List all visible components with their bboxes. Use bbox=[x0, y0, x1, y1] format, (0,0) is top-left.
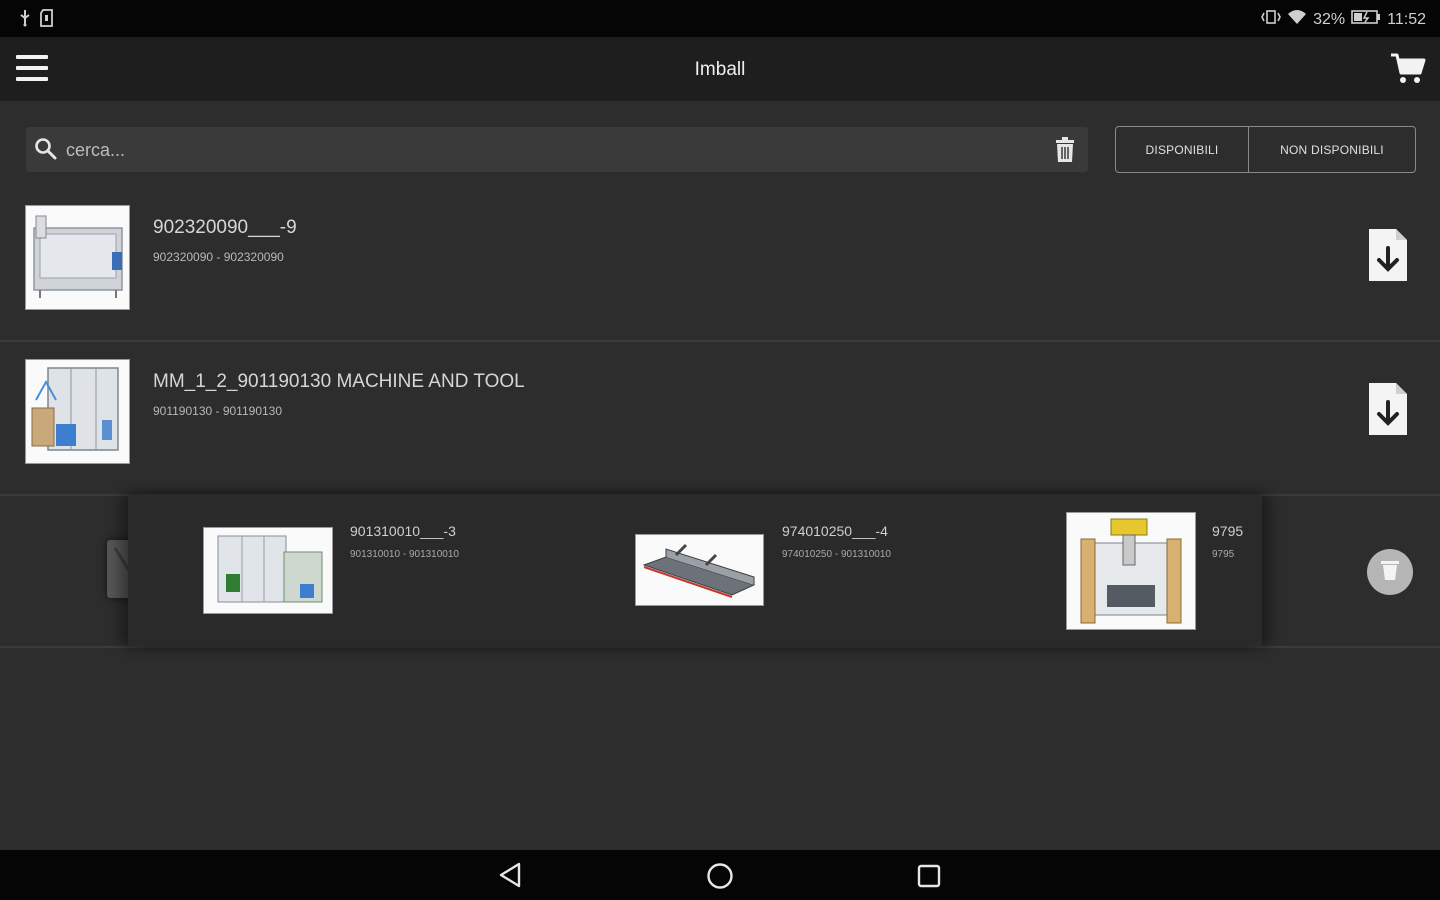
clock: 11:52 bbox=[1387, 10, 1426, 28]
sub-items-strip[interactable]: 901310010___-3 901310010 - 901310010 974… bbox=[128, 494, 1262, 646]
item-thumbnail bbox=[25, 359, 130, 464]
app-bar: Imball bbox=[0, 37, 1440, 101]
filter-not-available-button[interactable]: NON DISPONIBILI bbox=[1249, 127, 1415, 172]
list-item[interactable]: 902320090___-9 902320090 - 902320090 bbox=[0, 188, 1440, 342]
expanded-list-item: 901310010___-3 901310010 - 901310010 974… bbox=[0, 494, 1440, 648]
sub-item-thumbnail[interactable] bbox=[635, 534, 764, 606]
system-navigation-bar bbox=[0, 850, 1440, 900]
sub-item-title: 901310010___-3 bbox=[350, 523, 456, 539]
delete-button[interactable] bbox=[1367, 549, 1413, 595]
sd-card-icon bbox=[40, 9, 53, 32]
battery-percent: 32% bbox=[1313, 10, 1346, 28]
item-title: MM_1_2_901190130 MACHINE AND TOOL bbox=[153, 371, 525, 392]
item-title: 902320090___-9 bbox=[153, 217, 297, 238]
sub-item-code: 974010250 - 901310010 bbox=[782, 549, 891, 560]
sub-item-title: 9795 bbox=[1212, 523, 1244, 539]
search-input[interactable] bbox=[64, 136, 1028, 164]
availability-filter: DISPONIBILI NON DISPONIBILI bbox=[1115, 126, 1416, 173]
item-code: 902320090 - 902320090 bbox=[153, 250, 284, 264]
item-code: 901190130 - 901190130 bbox=[153, 404, 283, 418]
search-icon bbox=[34, 137, 58, 166]
download-file-icon[interactable] bbox=[1368, 382, 1408, 441]
trash-icon[interactable] bbox=[1054, 137, 1076, 168]
back-icon[interactable] bbox=[497, 862, 523, 893]
usb-icon bbox=[18, 9, 32, 32]
status-bar: 32% 11:52 bbox=[0, 0, 1440, 37]
cart-icon[interactable] bbox=[1390, 51, 1426, 87]
filter-available-button[interactable]: DISPONIBILI bbox=[1116, 127, 1249, 172]
sub-item-thumbnail[interactable] bbox=[203, 527, 333, 614]
sub-item-title: 974010250___-4 bbox=[782, 523, 888, 539]
vibrate-icon bbox=[1261, 9, 1282, 30]
page-title: Imball bbox=[694, 59, 746, 80]
sub-item-code: 901310010 - 901310010 bbox=[350, 549, 459, 560]
item-thumbnail bbox=[25, 205, 130, 310]
trash-icon bbox=[1380, 559, 1400, 586]
recent-apps-icon[interactable] bbox=[917, 864, 941, 893]
sub-item-thumbnail[interactable] bbox=[1066, 512, 1196, 630]
download-file-icon[interactable] bbox=[1368, 228, 1408, 287]
wifi-icon bbox=[1287, 9, 1307, 30]
sub-item-code: 9795 bbox=[1212, 549, 1235, 560]
battery-icon bbox=[1351, 10, 1381, 29]
home-icon[interactable] bbox=[706, 862, 734, 895]
search-bar bbox=[26, 127, 1088, 172]
list-item[interactable]: MM_1_2_901190130 MACHINE AND TOOL 901190… bbox=[0, 342, 1440, 496]
